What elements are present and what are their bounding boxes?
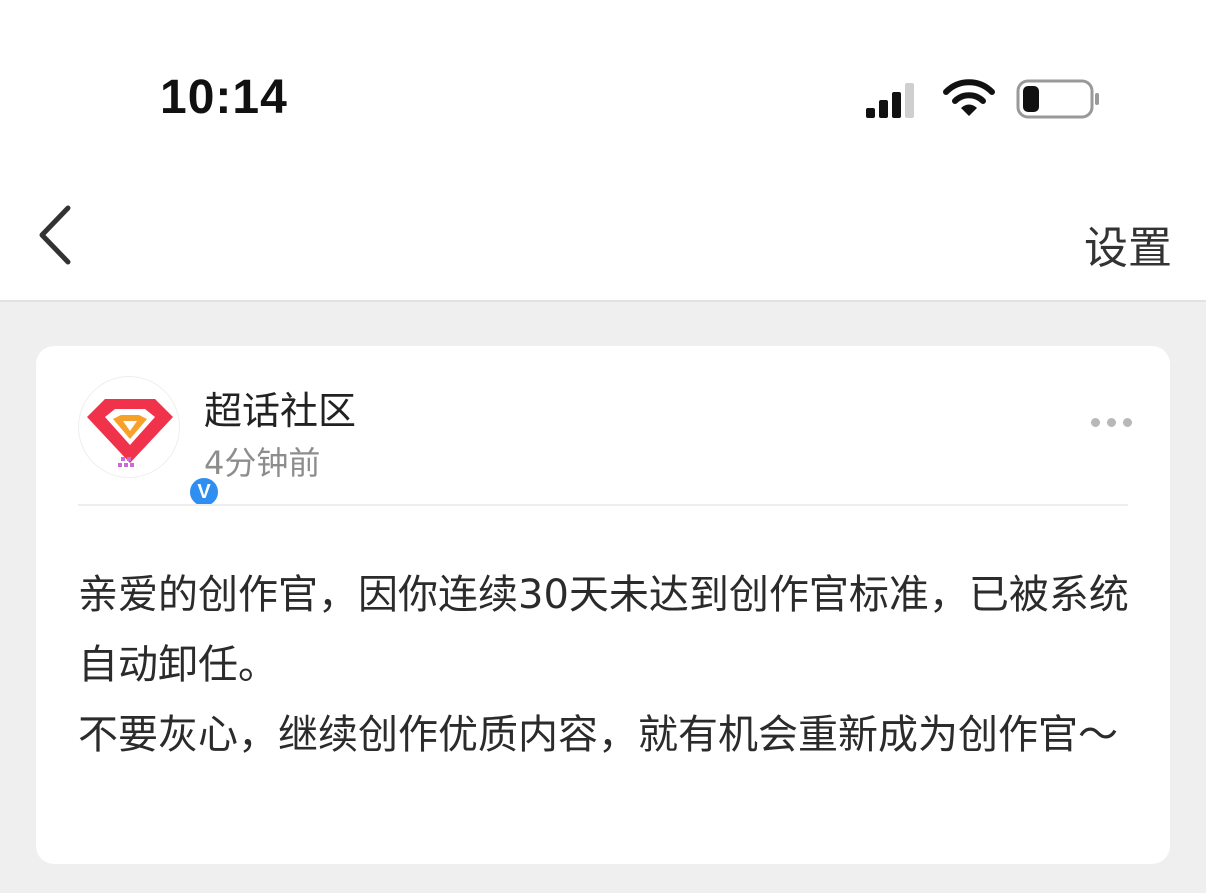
message-body: 亲爱的创作官，因你连续30天未达到创作官标准，已被系统自动卸任。 不要灰心，继续… (78, 560, 1138, 770)
ellipsis-icon (1091, 418, 1100, 427)
status-time: 10:14 (160, 71, 288, 124)
post-time: 4分钟前 (204, 444, 321, 482)
wifi-icon (943, 79, 995, 116)
notification-card: V 超话社区 4分钟前 亲爱的创作官，因你连续30天未达到创作官标准，已被系统自… (36, 346, 1170, 864)
diamond-logo-icon (87, 399, 173, 467)
card-divider (78, 504, 1128, 506)
more-options-button[interactable] (1084, 412, 1144, 442)
avatar[interactable]: V (78, 376, 221, 509)
header-area: 10:14 设置 (0, 0, 1206, 300)
message-line: 亲爱的创作官，因你连续30天未达到创作官标准，已被系统自动卸任。 (78, 572, 1129, 688)
back-button[interactable] (30, 200, 80, 270)
author-name[interactable]: 超话社区 (204, 380, 356, 435)
message-line: 不要灰心，继续创作优质内容，就有机会重新成为创作官～ (78, 712, 1118, 758)
header-divider (0, 300, 1206, 302)
battery-icon (1016, 79, 1099, 119)
signal-icon (866, 83, 914, 118)
status-icons (860, 74, 1110, 122)
settings-button[interactable]: 设置 (1084, 212, 1172, 276)
